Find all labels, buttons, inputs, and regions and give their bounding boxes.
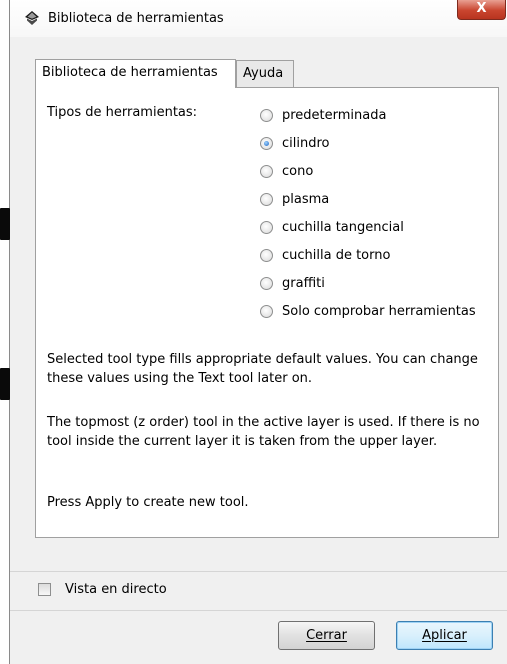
description-paragraph: Selected tool type fills appropriate def… [47,352,478,386]
radio-button[interactable] [260,276,273,290]
aplicar-button-label: Aplicar [422,628,467,643]
live-preview-label: Vista en directo [65,581,167,597]
background-mark [0,208,10,240]
radio-label: cono [282,163,314,179]
radio-option-cuchilla-de-torno[interactable]: cuchilla de torno [260,245,390,265]
radio-label: Solo comprobar herramientas [282,303,476,319]
description-paragraph: Press Apply to create new tool. [47,495,249,510]
radio-option-cilindro[interactable]: cilindro [260,133,330,153]
tool-types-label: Tipos de herramientas: [47,105,198,120]
radio-option-graffiti[interactable]: graffiti [260,273,325,293]
footer-separator [10,610,507,611]
close-window-button[interactable]: X [457,0,506,20]
radio-button[interactable] [260,304,273,318]
window-title: Biblioteca de herramientas [48,11,224,26]
radio-option-solo-comprobar[interactable]: Solo comprobar herramientas [260,301,476,321]
live-preview-checkbox[interactable] [38,582,51,596]
radio-label: cuchilla de torno [282,247,391,263]
radio-button[interactable] [260,192,273,206]
radio-option-plasma[interactable]: plasma [260,189,329,209]
radio-button-selected[interactable] [260,136,273,150]
radio-button[interactable] [260,108,273,122]
radio-label: plasma [282,191,330,207]
radio-option-predeterminada[interactable]: predeterminada [260,105,386,125]
radio-button[interactable] [260,248,273,262]
aplicar-button[interactable]: Aplicar [396,621,493,650]
separator [10,571,507,572]
radio-option-cono[interactable]: cono [260,161,313,181]
cerrar-button[interactable]: Cerrar [278,621,375,650]
tab-ayuda[interactable]: Ayuda [236,60,294,87]
app-icon [25,11,39,25]
live-preview-toggle[interactable]: Vista en directo [38,578,167,600]
radio-label: cilindro [282,135,330,151]
background-mark [0,368,10,400]
radio-label: predeterminada [282,107,387,123]
dialog-window: Biblioteca de herramientas X Biblioteca … [10,0,507,664]
radio-option-cuchilla-tangencial[interactable]: cuchilla tangencial [260,217,404,237]
tab-panel: Tipos de herramientas: predeterminada ci… [35,87,499,538]
radio-label: graffiti [282,275,325,291]
radio-label: cuchilla tangencial [282,219,404,235]
description-paragraph: The topmost (z order) tool in the active… [47,415,480,449]
cerrar-button-label: Cerrar [306,628,347,643]
title-bar[interactable]: Biblioteca de herramientas X [10,0,507,37]
tab-biblioteca[interactable]: Biblioteca de herramientas [35,59,236,88]
radio-button[interactable] [260,164,273,178]
radio-button[interactable] [260,220,273,234]
